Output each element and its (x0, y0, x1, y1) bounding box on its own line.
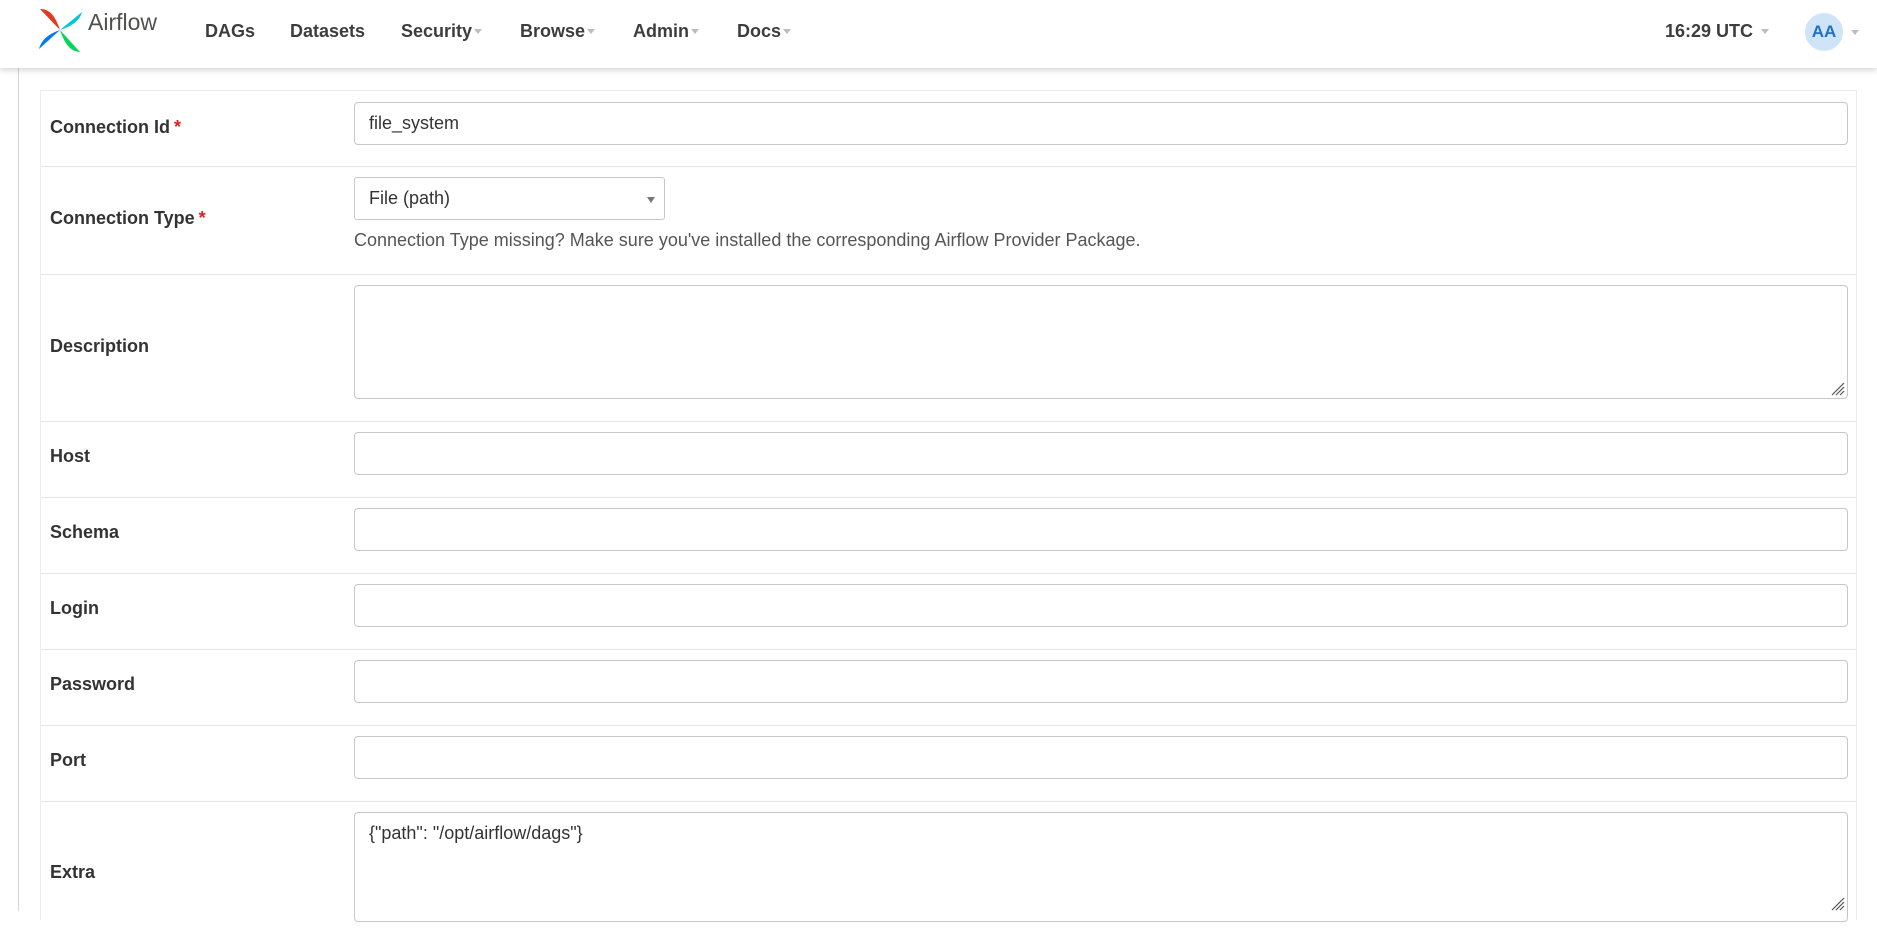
host-label: Host (50, 446, 90, 466)
connection-type-selected: File (path) (369, 188, 451, 208)
description-label: Description (50, 336, 150, 356)
user-initials: AA (1811, 22, 1837, 41)
connection-type-help: Connection Type missing? Make sure you'v… (354, 230, 1141, 250)
dropdown-arrow-icon (647, 197, 655, 203)
required-marker: * (174, 117, 182, 137)
airflow-logo-icon (39, 8, 82, 52)
user-avatar[interactable]: AA (1805, 13, 1843, 51)
nav-browse-dropdown[interactable]: Browse (520, 17, 596, 45)
login-label: Login (50, 598, 99, 618)
chevron-down-icon (691, 28, 699, 34)
password-label: Password (50, 674, 136, 694)
brand-name: Airflow (88, 8, 158, 35)
description-textarea[interactable] (354, 285, 1848, 399)
nav-dags[interactable]: DAGs (205, 17, 255, 45)
connection-type-select[interactable]: File (path) (354, 177, 665, 220)
top-navbar: Airflow DAGs Datasets Security Browse Ad… (0, 0, 1877, 68)
row-port: Port (41, 726, 1856, 802)
page-left-border (18, 68, 19, 911)
nav-browse-label: Browse (520, 21, 586, 41)
port-input[interactable] (354, 736, 1848, 779)
connection-id-value: file_system (369, 113, 460, 133)
row-description: Description (41, 275, 1856, 422)
schema-label: Schema (50, 522, 120, 542)
connection-id-input[interactable]: file_system (354, 102, 1848, 145)
row-schema: Schema (41, 498, 1856, 574)
schema-input[interactable] (354, 508, 1848, 551)
nav-security-label: Security (401, 21, 473, 41)
row-login: Login (41, 574, 1856, 650)
port-label: Port (50, 750, 86, 770)
password-input[interactable] (354, 660, 1848, 703)
host-input[interactable] (354, 432, 1848, 475)
timezone-dropdown[interactable]: 16:29 UTC (1665, 17, 1770, 45)
login-input[interactable] (354, 584, 1848, 627)
chevron-down-icon[interactable] (1851, 30, 1859, 35)
resize-handle-icon[interactable] (1829, 895, 1845, 911)
nav-datasets[interactable]: Datasets (290, 17, 365, 45)
current-time: 16:29 UTC (1665, 21, 1754, 41)
row-connection-type: Connection Type * File (path) Connection … (41, 167, 1856, 275)
connection-type-label-text: Connection Type (50, 208, 195, 228)
nav-docs-dropdown[interactable]: Docs (737, 17, 792, 45)
required-marker: * (198, 208, 206, 228)
chevron-down-icon (1761, 28, 1770, 34)
nav-docs-label: Docs (737, 21, 782, 41)
extra-textarea[interactable]: {"path": "/opt/airflow/dags"} (354, 812, 1848, 922)
connection-id-label: Connection Id * (50, 117, 181, 138)
resize-handle-icon[interactable] (1829, 380, 1845, 396)
connection-type-label: Connection Type * (50, 208, 206, 229)
nav-datasets-label: Datasets (290, 21, 366, 41)
row-connection-id: Connection Id * file_system (41, 91, 1856, 167)
connection-form: Connection Id * file_system Connection Ty… (40, 90, 1857, 922)
row-host: Host (41, 422, 1856, 498)
extra-value: {"path": "/opt/airflow/dags"} (369, 823, 583, 843)
chevron-down-icon (474, 28, 483, 34)
nav-admin-label: Admin (633, 21, 689, 41)
nav-dags-label: DAGs (205, 21, 256, 41)
extra-label: Extra (50, 862, 96, 882)
row-extra: Extra {"path": "/opt/airflow/dags"} (41, 802, 1856, 952)
connection-id-label-text: Connection Id (50, 117, 170, 137)
chevron-down-icon (587, 28, 596, 34)
nav-security-dropdown[interactable]: Security (401, 17, 483, 45)
row-password: Password (41, 650, 1856, 726)
chevron-down-icon (783, 28, 792, 34)
nav-admin-dropdown[interactable]: Admin (633, 17, 699, 45)
brand-link[interactable]: Airflow (36, 5, 157, 55)
